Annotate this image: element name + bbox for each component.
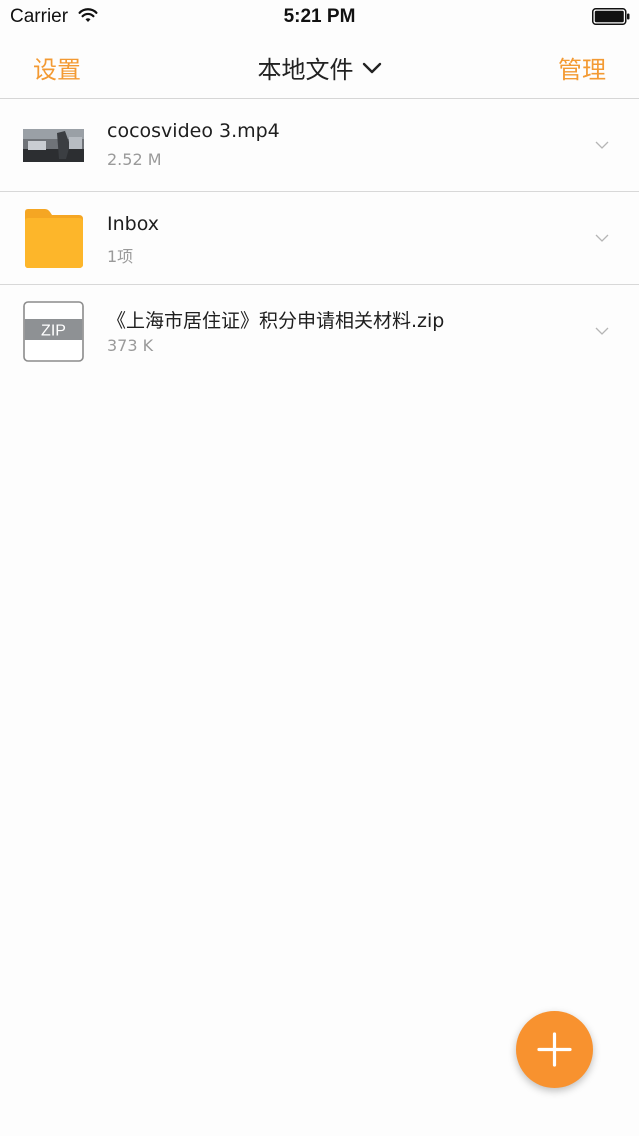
status-bar: Carrier 5:21 PM bbox=[0, 0, 639, 34]
video-thumbnail bbox=[23, 129, 84, 162]
battery-icon bbox=[592, 8, 630, 25]
chevron-down-icon[interactable] bbox=[595, 234, 609, 243]
chevron-down-icon[interactable] bbox=[595, 327, 609, 336]
item-count: 1项 bbox=[107, 247, 134, 266]
page-title: 本地文件 bbox=[257, 56, 354, 84]
navigation-bar: 设置 本地文件 管理 bbox=[0, 34, 639, 99]
file-name: cocosvideo 3.mp4 bbox=[107, 120, 280, 142]
screen: Carrier 5:21 PM 设置 本地文件 管理 cocosvideo 3.… bbox=[0, 0, 639, 1136]
zip-file-icon: ZIP bbox=[23, 301, 84, 362]
chevron-down-icon[interactable] bbox=[595, 141, 609, 150]
file-list: cocosvideo 3.mp4 2.52 M Inbox 1项 ZIP 《上海… bbox=[0, 99, 639, 377]
file-row-video[interactable]: cocosvideo 3.mp4 2.52 M bbox=[0, 99, 639, 192]
folder-icon bbox=[25, 209, 83, 268]
add-button[interactable] bbox=[516, 1011, 593, 1088]
status-time: 5:21 PM bbox=[283, 6, 356, 27]
file-row-folder[interactable]: Inbox 1项 bbox=[0, 192, 639, 285]
file-size: 2.52 M bbox=[107, 150, 162, 169]
file-name: 《上海市居住证》积分申请相关材料.zip bbox=[107, 310, 445, 332]
plus-icon bbox=[537, 1032, 572, 1067]
file-name: Inbox bbox=[107, 213, 159, 235]
file-row-zip[interactable]: ZIP 《上海市居住证》积分申请相关材料.zip 373 K bbox=[0, 285, 639, 377]
title-dropdown[interactable]: 本地文件 bbox=[0, 50, 639, 85]
zip-label: ZIP bbox=[41, 323, 66, 340]
chevron-down-icon bbox=[362, 62, 381, 73]
file-size: 373 K bbox=[107, 336, 154, 355]
manage-button[interactable]: 管理 bbox=[558, 50, 606, 85]
